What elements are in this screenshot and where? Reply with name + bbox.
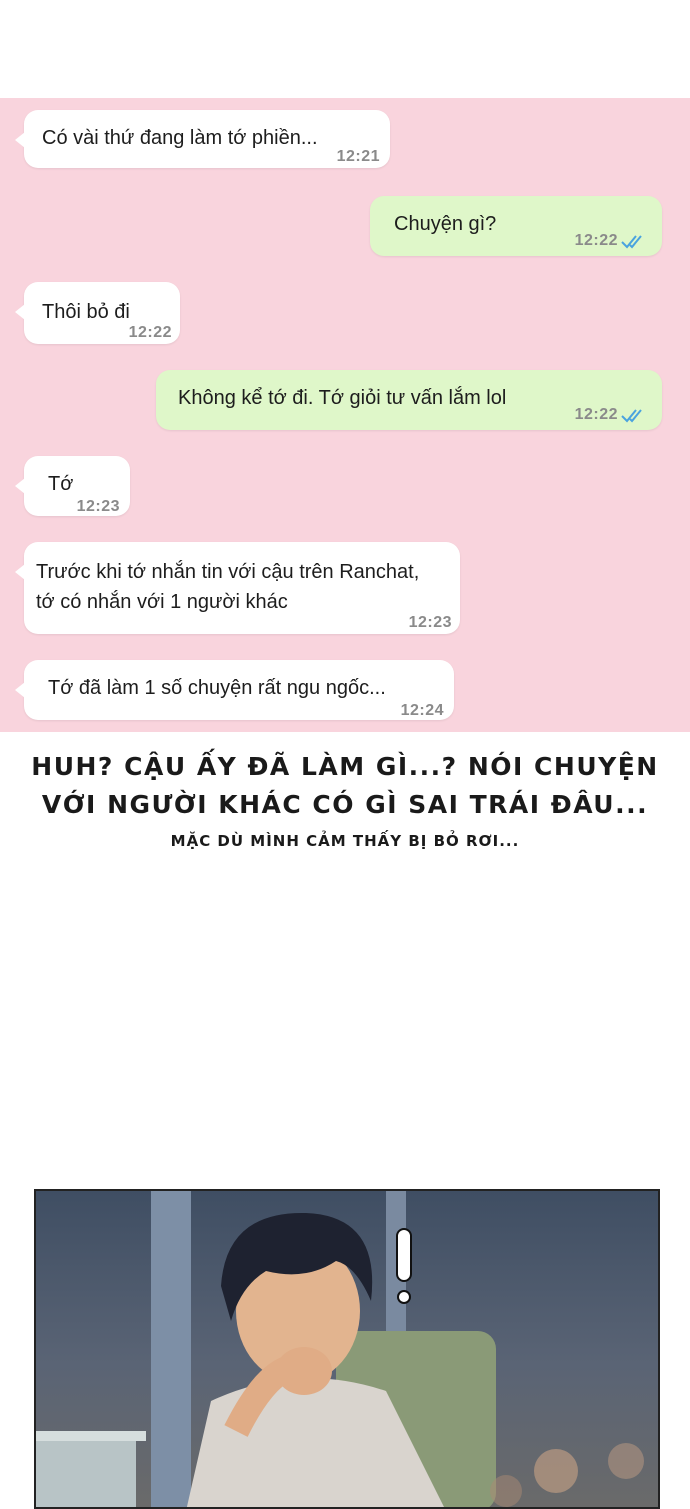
exclamation-mark-icon [396,1228,412,1304]
message-text: Tớ đã làm 1 số chuyện rất ngu ngốc... [48,677,386,699]
message-bubble-incoming[interactable]: Tớ đã làm 1 số chuyện rất ngu ngốc... 12… [15,660,454,720]
message-text: Chuyện gì? [394,213,497,235]
message-time: 12:23 [76,498,120,515]
message-bubble-incoming[interactable]: Tớ 12:23 [15,456,130,516]
bubble-tail [15,304,25,320]
double-check-icon [621,235,642,249]
narration-line-1: HUH? CẬU ẤY ĐÃ LÀM GÌ...? NÓI CHUYỆN [31,752,659,781]
message-time: 12:21 [336,148,380,165]
double-check-icon [621,409,642,423]
bubble-tail [15,682,25,698]
message-text: Có vài thứ đang làm tớ phiền... [42,127,318,149]
bubble-tail [15,132,25,148]
message-time: 12:22 [574,406,618,423]
message-bubble-incoming[interactable]: Trước khi tớ nhắn tin với cậu trên Ranch… [15,542,460,634]
narration-line-2: VỚI NGƯỜI KHÁC CÓ GÌ SAI TRÁI ĐÂU... [41,790,649,819]
bubble-tail [15,478,25,494]
message-time: 12:22 [574,232,618,249]
chat-screenshot: Có vài thứ đang làm tớ phiền... 12:21 Ch… [0,98,690,732]
bubble-tail [15,564,25,580]
message-text: Tớ [48,473,74,495]
message-bubble-outgoing[interactable]: Không kể tớ đi. Tớ giỏi tư vấn lắm lol 1… [156,370,662,430]
message-text-line: Trước khi tớ nhắn tin với cậu trên Ranch… [36,561,420,583]
message-bubble-incoming[interactable]: Thôi bỏ đi 12:22 [15,282,180,344]
message-bubble-outgoing[interactable]: Chuyện gì? 12:22 [370,196,662,256]
narration-subtext: MẶC DÙ MÌNH CẢM THẤY BỊ BỎ RƠI... [170,832,520,850]
message-text: Thôi bỏ đi [42,301,130,323]
message-text: Không kể tớ đi. Tớ giỏi tư vấn lắm lol [178,387,507,409]
message-time: 12:23 [408,614,452,631]
message-text-line: tớ có nhắn với 1 người khác [36,591,288,613]
message-bubble-incoming[interactable]: Có vài thứ đang làm tớ phiền... 12:21 [15,110,390,168]
message-time: 12:22 [128,324,172,341]
message-time: 12:24 [400,702,444,719]
boy-thinking-illustration [36,1191,644,1507]
comic-panel-illustration [34,1189,660,1509]
